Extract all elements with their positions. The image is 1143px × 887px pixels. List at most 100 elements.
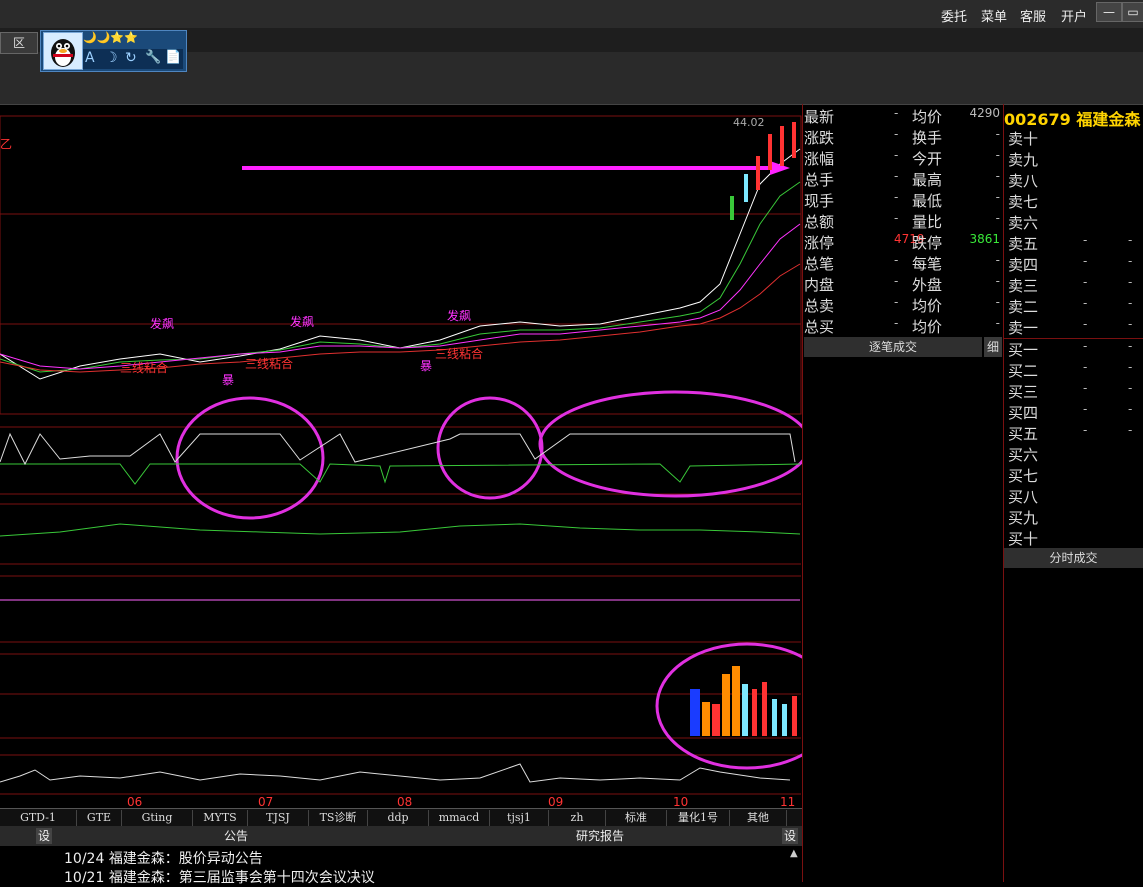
quote-row: 最新 - 均价 4290 <box>804 106 1000 126</box>
fa-biao-label-3: 发飙 <box>447 308 471 323</box>
tab-tjsj[interactable]: TJSJ <box>248 810 309 826</box>
san-xian-label-2: 三线粘合 <box>245 356 293 371</box>
qq-penguin-avatar[interactable] <box>43 32 83 70</box>
tab-mmacd[interactable]: mmacd <box>429 810 490 826</box>
tick-detail-button[interactable]: 细 <box>984 337 1002 357</box>
refresh-icon[interactable]: ↻ <box>125 50 137 66</box>
tab-research[interactable]: 研究报告 <box>420 826 780 846</box>
fa-biao-label-1: 发飙 <box>150 316 174 331</box>
open-account-button[interactable]: 开户 <box>1061 6 1087 25</box>
restore-button[interactable]: ▭ <box>1122 2 1143 22</box>
volume-bars <box>690 666 797 736</box>
tab-gte[interactable]: GTE <box>77 810 122 826</box>
indicator-line-white-1 <box>0 432 796 466</box>
region-button[interactable]: 区 <box>0 32 38 54</box>
quote-row: 总笔 - 每笔 - <box>804 253 1000 273</box>
tab-standard[interactable]: 标准 <box>606 810 667 826</box>
quote-row: 总卖 - 均价 - <box>804 295 1000 315</box>
month-axis: 06 07 08 09 10 11 <box>127 795 795 809</box>
stock-code: 002679 <box>1004 110 1071 129</box>
order-row: 买六 <box>1008 446 1039 464</box>
month-label: 07 <box>258 795 273 809</box>
tab-gting[interactable]: Gting <box>122 810 193 826</box>
font-icon[interactable]: A <box>85 50 95 66</box>
month-label: 10 <box>673 795 688 809</box>
month-label: 09 <box>548 795 563 809</box>
order-row: 卖五 - - <box>1008 233 1133 253</box>
bao-label-2: 暴 <box>420 359 432 373</box>
service-button[interactable]: 客服 <box>1020 6 1046 25</box>
order-row: 买十 <box>1008 530 1039 548</box>
moon-icon[interactable]: ☽ <box>105 50 118 66</box>
san-xian-label-3: 三线粘合 <box>435 346 483 361</box>
document-icon[interactable]: 📄 <box>165 50 181 65</box>
indicator-tab-bar: GTD-1 GTE Gting MYTS TJSJ TS诊断 ddp mmacd… <box>0 808 802 827</box>
ma-line-magenta <box>0 223 801 370</box>
quote-row: 总买 - 均价 - <box>804 316 1000 336</box>
tab-tjsj1[interactable]: tjsj1 <box>490 810 549 826</box>
news-title: 福建金森：第三届监事会第十四次会议决议 <box>108 870 375 886</box>
order-row: 卖七 <box>1008 193 1039 211</box>
price-peak-label: 44.02 <box>733 116 765 129</box>
quote-row: 涨停 4719 跌停 3861 <box>804 232 1000 252</box>
bao-label-1: 暴 <box>222 373 234 387</box>
stock-name: 福建金森 <box>1076 110 1141 129</box>
indicator-line-green <box>0 463 801 485</box>
tab-gtd1[interactable]: GTD-1 <box>0 810 77 826</box>
order-row: 卖一 - - <box>1008 317 1133 337</box>
qq-level-stars: 🌙🌙⭐⭐ <box>83 31 138 44</box>
order-row: 卖三 - - <box>1008 275 1133 295</box>
tick-trades-header[interactable]: 逐笔成交 <box>804 337 982 357</box>
wrench-icon[interactable]: 🔧 <box>145 50 161 65</box>
news-item[interactable]: 10/24 福建金森：股价异动公告 <box>64 848 263 868</box>
tab-ts-diagnose[interactable]: TS诊断 <box>309 810 368 826</box>
indicator-line-green-2 <box>0 523 801 537</box>
minimize-button[interactable]: — <box>1096 2 1122 22</box>
quote-row: 总额 - 量比 - <box>804 211 1000 231</box>
candlesticks <box>730 122 796 220</box>
month-label: 08 <box>397 795 412 809</box>
news-item[interactable]: 10/21 福建金森：第三届监事会第十四次会议决议 <box>64 867 375 887</box>
k-line-chart[interactable]: 44.02 乙 发飙 发飙 发飙 三线粘合 三线粘合 三线粘合 暴 暴 06 0… <box>0 104 802 822</box>
order-row: 卖六 <box>1008 214 1039 232</box>
quote-row: 涨幅 - 今开 - <box>804 148 1000 168</box>
quote-row: 现手 - 最低 - <box>804 190 1000 210</box>
entrust-button[interactable]: 委托 <box>941 6 967 25</box>
order-row: 卖十 <box>1008 130 1039 148</box>
tab-zh[interactable]: zh <box>549 810 606 826</box>
yi-label: 乙 <box>0 137 12 151</box>
order-row: 买五 - - <box>1008 423 1133 443</box>
order-row: 买四 - - <box>1008 402 1133 422</box>
order-row: 卖八 <box>1008 172 1039 190</box>
order-row: 卖九 <box>1008 151 1039 169</box>
settings-button-left[interactable]: 设 <box>36 828 52 844</box>
panel-grid <box>0 115 802 795</box>
tab-notice[interactable]: 公告 <box>54 826 418 846</box>
quote-row: 内盘 - 外盘 - <box>804 274 1000 294</box>
news-date: 10/24 <box>64 851 105 867</box>
quote-row: 涨跌 - 换手 - <box>804 127 1000 147</box>
menu-button[interactable]: 菜单 <box>981 6 1007 25</box>
month-label: 11 <box>780 795 795 809</box>
tab-other[interactable]: 其他 <box>730 810 787 826</box>
ma-line-green <box>0 181 801 373</box>
settings-button-right[interactable]: 设 <box>782 828 798 844</box>
tab-ddp[interactable]: ddp <box>368 810 429 826</box>
volatility-line <box>0 763 791 783</box>
order-row: 买八 <box>1008 488 1039 506</box>
order-row: 卖四 - - <box>1008 254 1133 274</box>
san-xian-label-1: 三线粘合 <box>120 360 168 375</box>
qq-tool-strip: A ☽ ↻ 🔧 📄 <box>83 49 183 69</box>
tab-quant-1[interactable]: 量化1号 <box>667 810 730 826</box>
divider <box>1003 104 1004 882</box>
title-bar: 委托 菜单 客服 开户 — ▭ <box>0 0 1143 28</box>
month-label: 06 <box>127 795 142 809</box>
quote-row: 总手 - 最高 - <box>804 169 1000 189</box>
scroll-up-icon[interactable]: ▲ <box>790 848 802 860</box>
tab-myts[interactable]: MYTS <box>193 810 248 826</box>
divider <box>802 104 803 882</box>
news-title: 福建金森：股价异动公告 <box>108 851 263 867</box>
news-date: 10/21 <box>64 870 105 886</box>
time-trades-header[interactable]: 分时成交 <box>1004 548 1143 568</box>
ma-line-white <box>0 148 801 380</box>
